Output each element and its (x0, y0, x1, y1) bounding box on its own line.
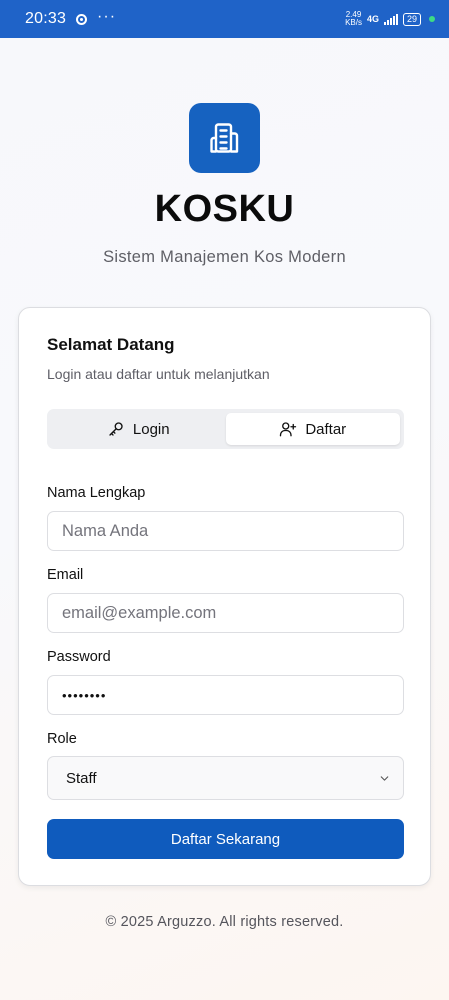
password-label: Password (47, 649, 111, 665)
register-button[interactable]: Daftar Sekarang (47, 819, 404, 859)
network-type: 4G (366, 14, 379, 24)
tab-login[interactable]: Login (51, 413, 226, 445)
status-bar: 20:33 ··· 2.49 KB/s 4G 29 (0, 0, 449, 38)
building-icon (209, 123, 238, 153)
password-input[interactable]: •••••••• (47, 675, 404, 715)
email-label: Email (47, 567, 84, 583)
app-subtitle: Sistem Manajemen Kos Modern (103, 248, 346, 266)
signal-icon (383, 13, 398, 25)
tab-daftar-label: Daftar (305, 420, 347, 438)
status-dot-icon (429, 16, 435, 22)
tab-daftar[interactable]: Daftar (225, 413, 400, 445)
auth-tabs: Login Daftar (47, 409, 404, 449)
status-bar-right: 2.49 KB/s 4G 29 (345, 11, 435, 27)
card-title: Selamat Datang (47, 335, 175, 354)
chevron-down-icon (380, 775, 389, 781)
key-icon (109, 422, 123, 436)
network-speed-unit: KB/s (345, 18, 362, 27)
tab-login-label: Login (132, 420, 170, 438)
auth-card: Selamat Datang Login atau daftar untuk m… (18, 307, 431, 886)
role-label: Role (47, 731, 77, 747)
network-speed: 2.49 KB/s (345, 11, 362, 27)
app-logo (189, 103, 260, 173)
notification-icon (76, 13, 88, 25)
name-input[interactable] (47, 511, 404, 551)
app-title: KOSKU (154, 188, 295, 230)
network-type-label: 4G (366, 14, 379, 24)
battery-icon: 29 (402, 12, 421, 26)
name-label: Nama Lengkap (47, 485, 146, 501)
card-description: Login atau daftar untuk melanjutkan (47, 366, 270, 382)
role-select-value: Staff (66, 769, 97, 787)
password-value: •••••••• (62, 687, 107, 703)
battery-level: 29 (406, 13, 417, 24)
user-plus-icon (280, 422, 297, 437)
status-time: 20:33 (25, 10, 67, 27)
more-notifications-icon: ··· (97, 8, 117, 25)
status-bar-left: 20:33 ··· (25, 8, 117, 28)
footer-copyright: © 2025 Arguzzo. All rights reserved. (105, 914, 344, 930)
role-select[interactable]: Staff (47, 756, 404, 800)
email-input[interactable] (47, 593, 404, 633)
